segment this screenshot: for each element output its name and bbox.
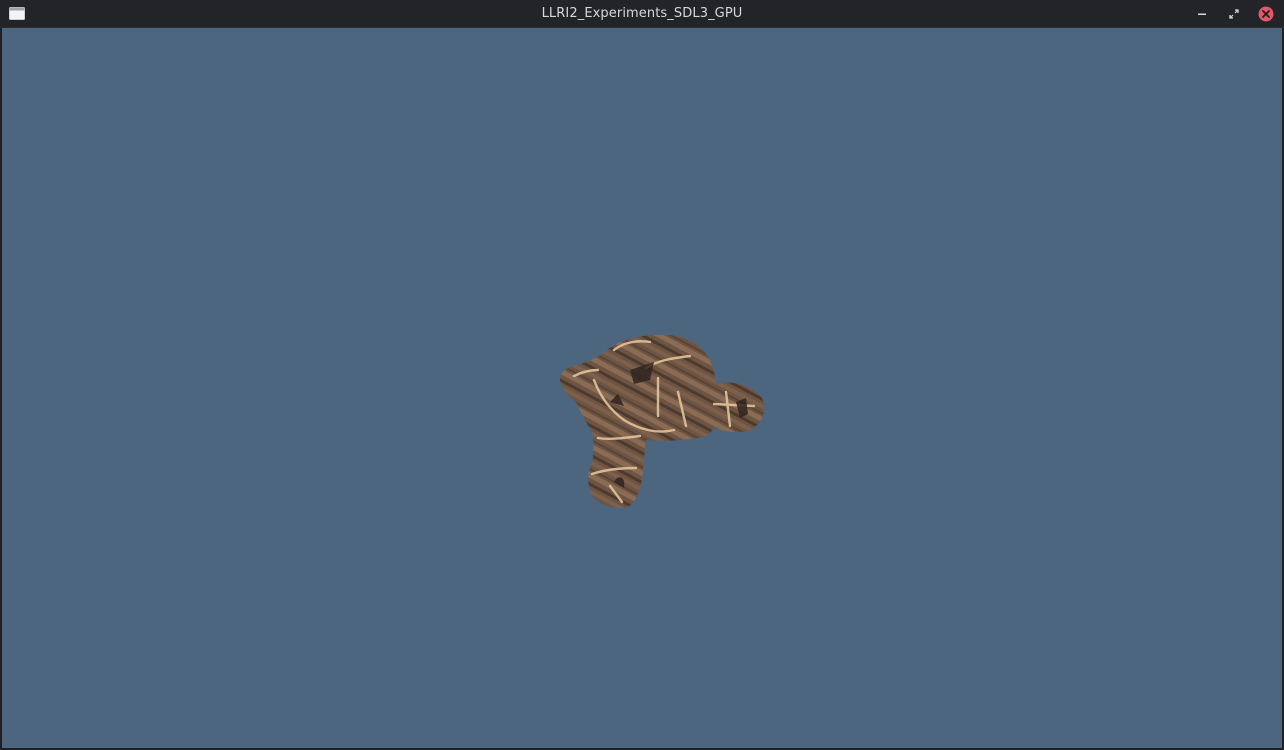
close-icon[interactable] [1257, 5, 1275, 23]
app-window: LLRI2_Experiments_SDL3_GPU [0, 0, 1284, 750]
render-viewport[interactable] [2, 28, 1282, 748]
title-bar[interactable]: LLRI2_Experiments_SDL3_GPU [0, 0, 1284, 28]
restore-icon[interactable] [1225, 5, 1243, 23]
monkey-mesh [560, 334, 765, 508]
window-title: LLRI2_Experiments_SDL3_GPU [541, 6, 743, 21]
minimize-icon[interactable] [1193, 5, 1211, 23]
